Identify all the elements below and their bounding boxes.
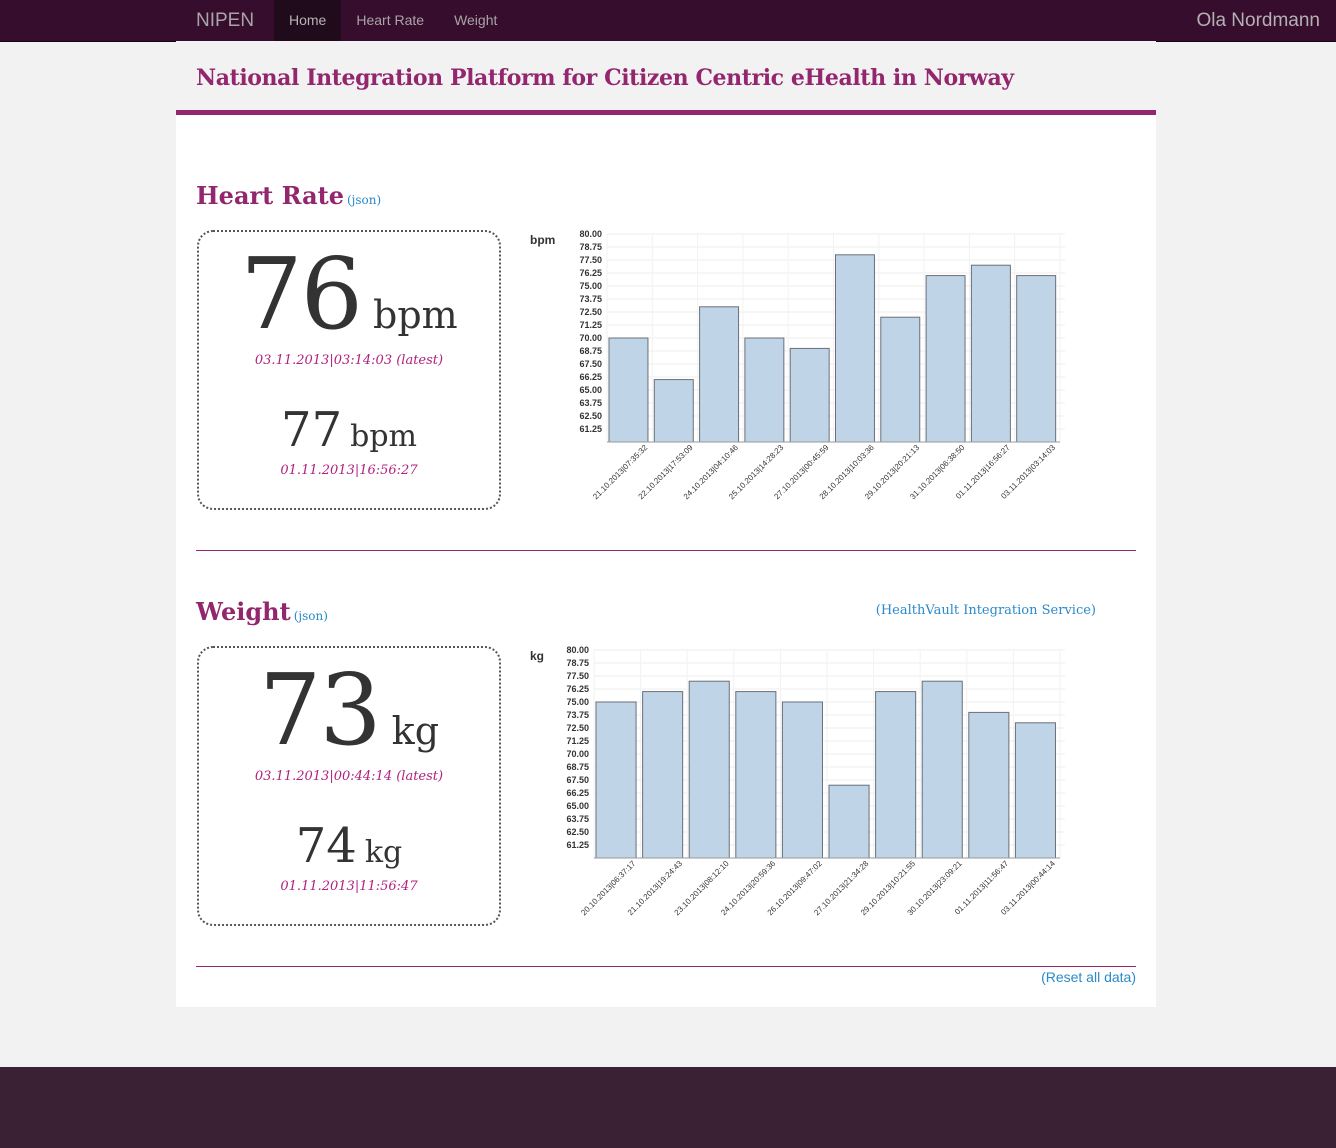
weight-reading-card: 73 kg 03.11.2013|00:44:14 (latest) 74 kg 0…: [197, 646, 501, 926]
chart-bar: [744, 337, 785, 443]
y-tick-label: 75.00: [579, 281, 602, 291]
weight-title: Weight (json): [196, 597, 328, 626]
chart-bar: [608, 337, 649, 443]
y-tick-label: 76.25: [579, 268, 602, 278]
y-tick-label: 78.75: [579, 242, 602, 252]
section-divider: [196, 966, 1136, 967]
page-title: National Integration Platform for Citize…: [196, 65, 1014, 91]
y-tick-label: 66.25: [579, 372, 602, 382]
weight-latest-value: 73: [258, 654, 382, 768]
chart-bar: [835, 254, 875, 443]
section-divider: [196, 550, 1136, 551]
y-tick-label: 61.25: [566, 840, 589, 850]
heart-rate-latest-time: 03.11.2013|03:14:03 (latest): [254, 353, 444, 368]
heart-rate-latest-value: 76: [240, 238, 363, 352]
chart-bar: [699, 306, 740, 443]
heart-rate-title-text: Heart Rate: [196, 181, 344, 210]
reset-data-link[interactable]: (Reset all data): [1041, 969, 1136, 985]
heart-rate-reading-card: 76 bpm 03.11.2013|03:14:03 (latest) 77 bpm…: [197, 230, 501, 510]
y-tick-label: 72.50: [566, 723, 589, 733]
heart-rate-title: Heart Rate (json): [196, 181, 381, 210]
page-header: National Integration Platform for Citize…: [176, 41, 1156, 115]
weight-json-link[interactable]: (json): [294, 609, 328, 623]
chart-bar: [828, 784, 870, 859]
chart-bar: [653, 379, 694, 443]
y-tick-label: 70.00: [566, 749, 589, 759]
chart-bar: [875, 691, 917, 859]
y-tick-label: 68.75: [566, 762, 589, 772]
weight-previous-unit: kg: [364, 835, 403, 870]
nav-item-heart-rate[interactable]: Heart Rate: [341, 0, 439, 41]
chart-bar: [789, 347, 830, 443]
y-axis-label: kg: [530, 649, 544, 663]
y-tick-label: 77.50: [566, 671, 589, 681]
nav-item-weight[interactable]: Weight: [439, 0, 512, 41]
chart-bar: [642, 691, 684, 859]
heart-rate-chart: bpm 61.25 62.50 63.75 65.00 66.25 67.50 68.75 70…: [530, 229, 1065, 501]
y-tick-label: 76.25: [566, 684, 589, 694]
y-tick-label: 61.25: [579, 424, 602, 434]
heart-rate-previous-time: 01.11.2013|16:56:27: [280, 463, 418, 478]
y-tick-label: 80.00: [566, 645, 589, 655]
y-tick-label: 66.25: [566, 788, 589, 798]
page-footer: [0, 1067, 1336, 1148]
y-tick-label: 63.75: [566, 814, 589, 824]
weight-chart: kg 61.25 62.50 63.75 65.00 66.25 67.50 68.75 70.…: [530, 645, 1065, 917]
y-tick-label: 65.00: [566, 801, 589, 811]
y-tick-label: 80.00: [579, 229, 602, 239]
user-name[interactable]: Ola Nordmann: [1196, 0, 1320, 41]
heart-rate-previous-value: 77: [281, 402, 343, 458]
weight-latest-reading: 73 kg: [199, 654, 499, 768]
chart-bar: [880, 316, 921, 443]
y-tick-label: 65.00: [579, 385, 602, 395]
nav-item-home[interactable]: Home: [274, 0, 342, 41]
weight-previous-reading: 74 kg: [199, 818, 499, 874]
y-tick-label: 62.50: [566, 827, 589, 837]
y-tick-label: 73.75: [566, 710, 589, 720]
y-tick-label: 73.75: [579, 294, 602, 304]
chart-bar: [921, 680, 963, 859]
y-tick-label: 71.25: [566, 736, 589, 746]
weight-latest-unit: kg: [391, 709, 440, 753]
y-tick-label: 68.75: [579, 346, 602, 356]
heart-rate-latest-reading: 76 bpm: [199, 238, 499, 352]
healthvault-service-link[interactable]: (HealthVault Integration Service): [876, 603, 1096, 618]
y-tick-label: 72.50: [579, 307, 602, 317]
y-tick-label: 67.50: [579, 359, 602, 369]
heart-rate-previous-unit: bpm: [350, 419, 417, 454]
chart-bar: [925, 275, 966, 443]
chart-bar: [735, 691, 777, 859]
weight-previous-value: 74: [295, 818, 357, 874]
y-tick-label: 77.50: [579, 255, 602, 265]
main-container: National Integration Platform for Citize…: [176, 41, 1156, 1007]
chart-bar: [968, 711, 1010, 859]
y-tick-label: 71.25: [579, 320, 602, 330]
y-tick-label: 70.00: [579, 333, 602, 343]
chart-bar: [595, 701, 637, 859]
chart-bar: [1014, 722, 1056, 859]
y-tick-label: 63.75: [579, 398, 602, 408]
chart-bar: [688, 680, 730, 859]
weight-title-text: Weight: [196, 597, 291, 626]
y-tick-label: 62.50: [579, 411, 602, 421]
weight-latest-time: 03.11.2013|00:44:14 (latest): [254, 769, 444, 784]
brand-logo[interactable]: NIPEN: [196, 0, 254, 41]
chart-bar: [1016, 275, 1057, 443]
chart-bar: [781, 701, 823, 859]
y-tick-label: 67.50: [566, 775, 589, 785]
y-axis-label: bpm: [530, 233, 555, 247]
heart-rate-latest-unit: bpm: [373, 293, 458, 337]
main-nav: Home Heart Rate Weight: [274, 0, 512, 41]
navbar: NIPEN Home Heart Rate Weight Ola Nordman…: [0, 0, 1336, 42]
heart-rate-previous-reading: 77 bpm: [199, 402, 499, 458]
heart-rate-json-link[interactable]: (json): [347, 193, 381, 207]
chart-bar: [970, 264, 1011, 443]
y-tick-label: 75.00: [566, 697, 589, 707]
weight-previous-time: 01.11.2013|11:56:47: [280, 879, 418, 894]
y-tick-label: 78.75: [566, 658, 589, 668]
